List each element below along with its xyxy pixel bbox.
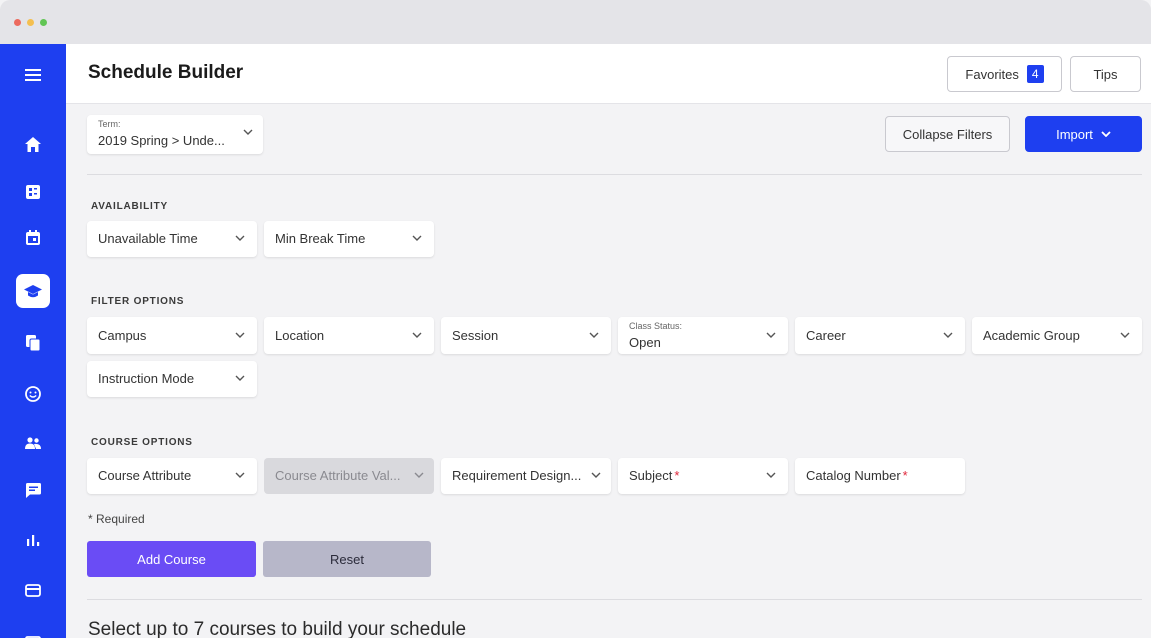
chevron-down-icon [243,129,253,135]
window-chrome [0,0,1151,44]
catalog-number-label-wrap: Catalog Number * [806,468,908,483]
chevron-down-icon [235,375,245,381]
add-course-button[interactable]: Add Course [87,541,256,577]
requirement-designation-label: Requirement Design... [452,468,582,483]
chevron-down-icon [235,472,245,478]
subject-label: Subject [629,468,673,483]
requirement-designation-select[interactable]: Requirement Design... [441,458,611,494]
window-maximize-dot[interactable] [40,19,47,26]
instruction-mode-select[interactable]: Instruction Mode [87,361,257,397]
min-break-time-select[interactable]: Min Break Time [264,221,434,257]
academic-group-select[interactable]: Academic Group [972,317,1142,354]
career-select[interactable]: Career [795,317,965,354]
location-label: Location [275,328,325,343]
chevron-down-icon [1120,332,1130,338]
collapse-filters-label: Collapse Filters [902,126,993,142]
divider [87,174,1142,175]
favorites-label: Favorites [965,66,1019,82]
divider [87,599,1142,600]
app-header: Schedule Builder Favorites 4 Tips [66,44,1151,104]
location-select[interactable]: Location [264,317,434,354]
import-button[interactable]: Import [1025,116,1142,152]
reset-label: Reset [330,551,364,567]
session-label: Session [452,328,499,343]
course-selection-heading: Select up to 7 courses to build your sch… [88,619,467,638]
home-icon[interactable] [16,127,50,161]
reset-button[interactable]: Reset [263,541,431,577]
favorites-count-badge: 4 [1026,65,1044,83]
window-close-dot[interactable] [14,19,21,26]
more-icon[interactable] [16,624,50,638]
chevron-down-icon [766,472,776,478]
sidebar [0,44,66,638]
unavailable-time-select[interactable]: Unavailable Time [87,221,257,257]
course-attribute-value-select: Course Attribute Val... [264,458,434,494]
credit-card-icon[interactable] [16,573,50,607]
campus-label: Campus [98,328,147,343]
term-caption: Term: [98,119,121,129]
filter-options-heading: FILTER OPTIONS [91,296,185,307]
chevron-down-icon [412,332,422,338]
dashboard-icon[interactable] [16,175,50,209]
catalog-required-marker: * [902,468,908,483]
term-value: 2019 Spring > Unde... [98,133,225,148]
class-status-value: Open [629,335,661,350]
chevron-down-icon [1101,131,1111,137]
session-select[interactable]: Session [441,317,611,354]
academic-group-label: Academic Group [983,328,1080,343]
chevron-down-icon [414,472,424,478]
campus-select[interactable]: Campus [87,317,257,354]
course-attribute-label: Course Attribute [98,468,192,483]
tips-label: Tips [1093,66,1118,82]
chevron-down-icon [235,332,245,338]
course-attribute-select[interactable]: Course Attribute [87,458,257,494]
window-minimize-dot[interactable] [27,19,34,26]
favorites-button[interactable]: Favorites 4 [947,56,1062,92]
tips-button[interactable]: Tips [1070,56,1141,92]
course-options-heading: COURSE OPTIONS [91,437,193,448]
calendar-icon[interactable] [16,220,50,254]
page-title: Schedule Builder [88,62,244,83]
course-attribute-value-label: Course Attribute Val... [275,468,401,483]
collapse-filters-button[interactable]: Collapse Filters [885,116,1010,152]
career-label: Career [806,328,846,343]
class-status-select[interactable]: Class Status: Open [618,317,788,354]
chevron-down-icon [766,332,776,338]
bar-chart-icon[interactable] [16,523,50,557]
import-label: Import [1056,126,1093,142]
min-break-time-label: Min Break Time [275,231,366,246]
people-icon[interactable] [16,426,50,460]
menu-icon[interactable] [16,58,50,92]
availability-heading: AVAILABILITY [91,201,169,212]
chevron-down-icon [591,472,601,478]
term-select[interactable]: Term: 2019 Spring > Unde... [87,115,263,154]
catalog-number-label: Catalog Number [806,468,901,483]
required-note: * Required [88,512,145,526]
instruction-mode-label: Instruction Mode [98,371,195,386]
documents-icon[interactable] [16,326,50,360]
chevron-down-icon [235,235,245,241]
chevron-down-icon [412,235,422,241]
unavailable-time-label: Unavailable Time [98,231,198,246]
subject-label-wrap: Subject * [629,468,679,483]
class-status-caption: Class Status: [629,321,683,331]
add-course-label: Add Course [137,551,206,567]
graduation-cap-icon[interactable] [16,274,50,308]
chat-icon[interactable] [16,473,50,507]
chevron-down-icon [589,332,599,338]
subject-select[interactable]: Subject * [618,458,788,494]
chevron-down-icon [943,332,953,338]
catalog-number-input[interactable]: Catalog Number * [795,458,965,494]
subject-required-marker: * [674,468,680,483]
smiley-icon[interactable] [16,377,50,411]
